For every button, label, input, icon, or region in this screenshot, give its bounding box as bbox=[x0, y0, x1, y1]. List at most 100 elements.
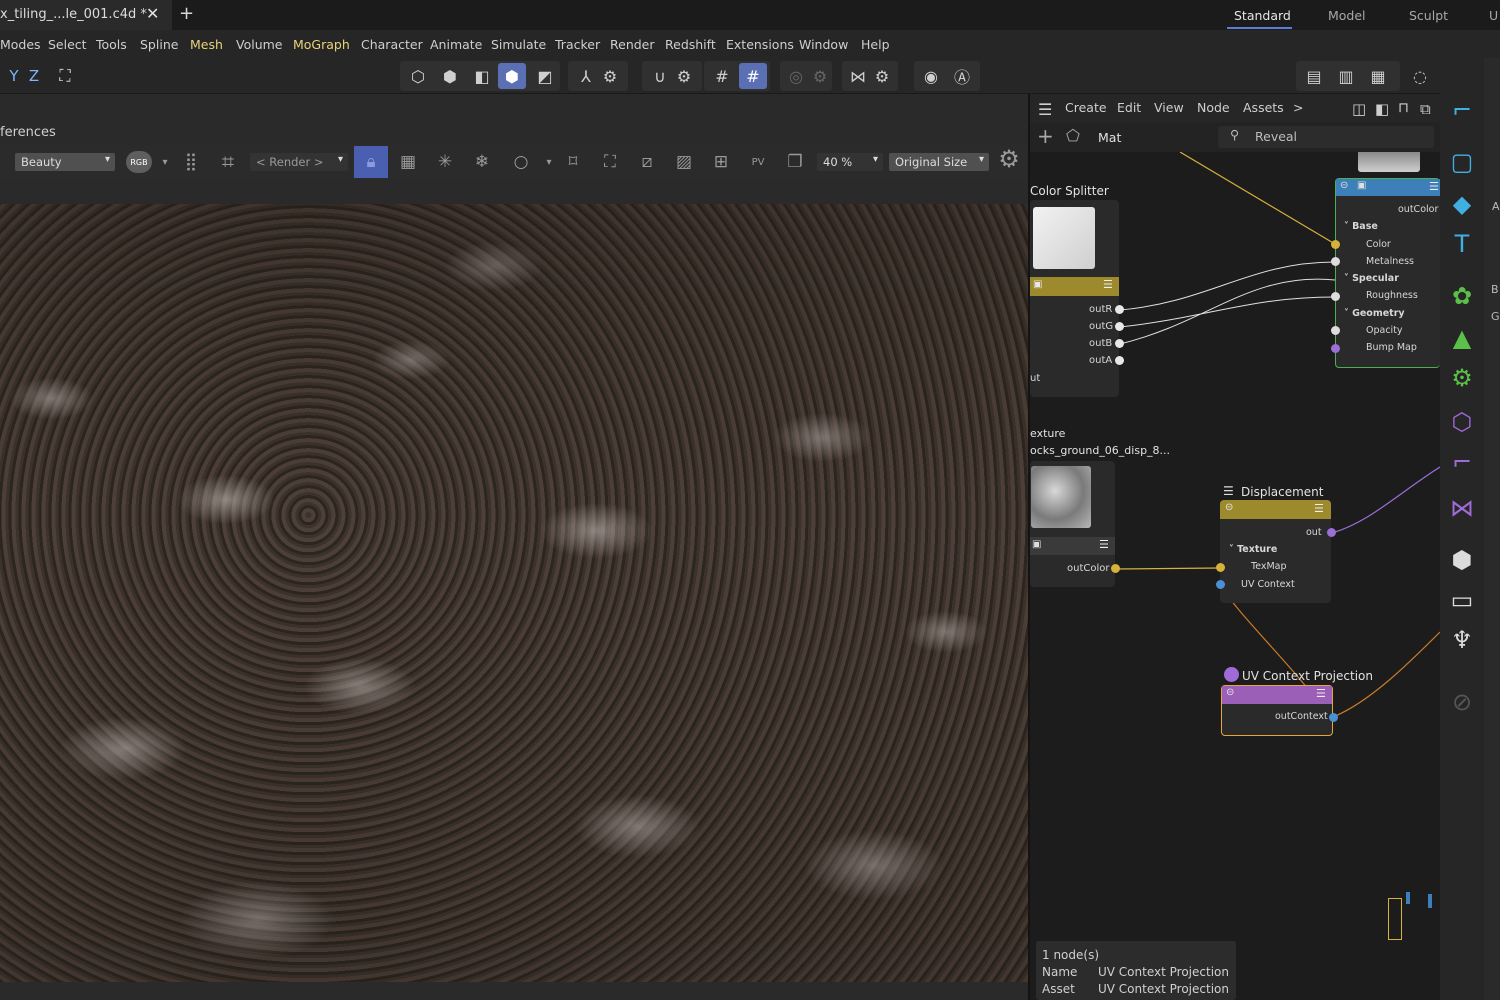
add-node-icon[interactable]: + bbox=[1037, 124, 1054, 148]
port-outr[interactable] bbox=[1115, 305, 1124, 314]
menu-character[interactable]: Character bbox=[361, 37, 423, 52]
displacement-out-port[interactable] bbox=[1327, 528, 1336, 537]
layout-model[interactable]: Model bbox=[1328, 8, 1366, 23]
menu-render[interactable]: Render bbox=[610, 37, 655, 52]
menu-extensions[interactable]: Extensions bbox=[726, 37, 794, 52]
bucket-grid-icon[interactable]: ▦ bbox=[395, 150, 421, 174]
lock-panel-icon[interactable]: ⊓ bbox=[1398, 100, 1409, 116]
render-picture-viewer-icon[interactable]: ▥ bbox=[1332, 63, 1360, 89]
size-select[interactable]: Original Size bbox=[889, 153, 989, 171]
twist-deformer-icon[interactable]: ⋈ bbox=[1444, 490, 1480, 526]
object-mode-icon[interactable]: ⬡ bbox=[404, 63, 432, 89]
soft-selection-gear-icon[interactable]: ⚙ bbox=[806, 63, 834, 89]
menu-animate[interactable]: Animate bbox=[430, 37, 482, 52]
axis-z-toggle[interactable]: Z bbox=[20, 63, 48, 89]
menu-help[interactable]: Help bbox=[861, 37, 890, 52]
picture-viewer-badge[interactable]: PV bbox=[745, 150, 771, 174]
layout-panel-icon[interactable]: ◧ bbox=[1375, 100, 1389, 118]
texture-node-menu-icon[interactable]: ☰ bbox=[1099, 538, 1109, 551]
ne-menu-view[interactable]: View bbox=[1154, 100, 1184, 115]
fit-frame-icon[interactable]: ⛶ bbox=[597, 150, 623, 174]
reveal-search-field[interactable]: ⚲ Reveal bbox=[1218, 126, 1434, 148]
texture-mode-icon[interactable]: ◧ bbox=[468, 63, 496, 89]
zoom-field[interactable]: 40 % bbox=[817, 153, 883, 171]
ne-menu-more-icon[interactable]: > bbox=[1293, 100, 1303, 115]
polygon-mode-icon[interactable]: ⬢ bbox=[498, 63, 526, 89]
port-outb[interactable] bbox=[1115, 339, 1124, 348]
rgb-channel-badge[interactable]: RGB bbox=[126, 151, 152, 173]
input-opacity-port[interactable] bbox=[1331, 326, 1340, 335]
pixel-grid-icon[interactable]: ⣿ bbox=[178, 150, 204, 174]
aov-select[interactable]: Beauty bbox=[15, 153, 115, 171]
document-tab[interactable]: x_tiling_...le_001.c4d * ✕ bbox=[0, 0, 172, 30]
node-editor-hamburger-icon[interactable]: ☰ bbox=[1038, 100, 1052, 119]
tag-icon[interactable]: ⬠ bbox=[1066, 126, 1080, 145]
isolate-icon[interactable]: ◉ bbox=[917, 63, 945, 89]
uv-context-out-port[interactable] bbox=[1329, 713, 1338, 722]
ne-menu-create[interactable]: Create bbox=[1065, 100, 1107, 115]
sparkle-icon[interactable]: ✳ bbox=[432, 150, 458, 174]
redshift-ipr-icon[interactable]: ◌ bbox=[1406, 63, 1434, 89]
circle-dropdown-icon[interactable]: ▾ bbox=[536, 150, 562, 174]
menu-window[interactable]: Window bbox=[799, 37, 848, 52]
close-tab-icon[interactable]: ✕ bbox=[146, 4, 159, 23]
snap-settings-gear-icon[interactable]: ⚙ bbox=[670, 63, 698, 89]
uv-mode-icon[interactable]: ◩ bbox=[531, 63, 559, 89]
rgb-dropdown-icon[interactable]: ▾ bbox=[152, 150, 178, 174]
ne-menu-edit[interactable]: Edit bbox=[1117, 100, 1141, 115]
port-outa[interactable] bbox=[1115, 356, 1124, 365]
menu-tracker[interactable]: Tracker bbox=[555, 37, 600, 52]
workplane-grid-icon[interactable]: # bbox=[739, 63, 767, 89]
model-mode-icon[interactable]: ⬢ bbox=[436, 63, 464, 89]
menu-tools[interactable]: Tools bbox=[96, 37, 127, 52]
coordinate-system-icon[interactable]: ⛶ bbox=[51, 63, 79, 89]
group-geometry[interactable]: ˅ Geometry bbox=[1344, 308, 1405, 319]
effector-gear-icon[interactable]: ⚙ bbox=[1444, 360, 1480, 396]
ne-menu-node[interactable]: Node bbox=[1197, 100, 1230, 115]
group-base[interactable]: ˅ Base bbox=[1344, 221, 1378, 232]
null-object-icon[interactable]: ⌐ bbox=[1444, 92, 1480, 128]
symmetry-gear-icon[interactable]: ⚙ bbox=[868, 63, 896, 89]
menu-mesh[interactable]: Mesh bbox=[190, 37, 223, 52]
input-uv-context-port[interactable] bbox=[1216, 580, 1225, 589]
render-view-icon[interactable]: ▤ bbox=[1300, 63, 1328, 89]
node-minimap[interactable] bbox=[1376, 886, 1438, 942]
circle-region-icon[interactable]: ○ bbox=[508, 150, 534, 174]
rectangle-spline-icon[interactable]: ▢ bbox=[1444, 144, 1480, 180]
focus-region-icon[interactable]: ⌑ bbox=[560, 150, 586, 174]
menu-redshift[interactable]: Redshift bbox=[665, 37, 716, 52]
menu-simulate[interactable]: Simulate bbox=[491, 37, 546, 52]
input-roughness-port[interactable] bbox=[1331, 292, 1340, 301]
input-color-port[interactable] bbox=[1331, 240, 1340, 249]
uv-context-menu-icon[interactable]: ☰ bbox=[1316, 687, 1326, 700]
copy-icon[interactable]: ❐ bbox=[782, 150, 808, 174]
bend-deformer-icon[interactable]: ⌐ bbox=[1444, 444, 1480, 480]
image-icon[interactable]: ▨ bbox=[671, 150, 697, 174]
node-menu-icon[interactable]: ☰ bbox=[1103, 278, 1113, 291]
new-tab-icon[interactable]: + bbox=[179, 3, 194, 24]
auto-icon[interactable]: Ⓐ bbox=[948, 63, 976, 89]
pen-tool-icon[interactable]: ⊘ bbox=[1444, 684, 1480, 720]
light-icon[interactable]: ♆ bbox=[1444, 622, 1480, 658]
menu-volume[interactable]: Volume bbox=[236, 37, 283, 52]
camera-icon[interactable]: ▭ bbox=[1444, 582, 1480, 618]
group-texture[interactable]: ˅ Texture bbox=[1229, 544, 1277, 555]
displacement-menu-icon[interactable]: ☰ bbox=[1314, 502, 1324, 515]
input-bumpmap-port[interactable] bbox=[1331, 344, 1340, 353]
layout-sculpt[interactable]: Sculpt bbox=[1409, 8, 1448, 23]
menu-mograph[interactable]: MoGraph bbox=[293, 37, 350, 52]
render-view-settings-gear-icon[interactable]: ⚙ bbox=[996, 145, 1022, 173]
pop-out-icon[interactable]: ⧉ bbox=[1420, 100, 1431, 118]
layout-standard[interactable]: Standard bbox=[1234, 8, 1291, 23]
render-camera-select[interactable]: < Render > bbox=[250, 153, 348, 171]
deformer-icon[interactable]: ⬡ bbox=[1444, 404, 1480, 440]
texture-outcolor-port[interactable] bbox=[1111, 564, 1120, 573]
compare-icon[interactable]: ⧄ bbox=[634, 150, 660, 174]
menu-spline[interactable]: Spline bbox=[140, 37, 178, 52]
cube-icon[interactable]: ◆ bbox=[1444, 186, 1480, 222]
environment-icon[interactable]: ⬢ bbox=[1444, 542, 1480, 578]
snowflake-icon[interactable]: ❄ bbox=[469, 150, 495, 174]
layout-more[interactable]: U bbox=[1489, 8, 1498, 23]
ne-menu-assets[interactable]: Assets bbox=[1243, 100, 1284, 115]
add-snapshot-icon[interactable]: ⊞ bbox=[708, 150, 734, 174]
